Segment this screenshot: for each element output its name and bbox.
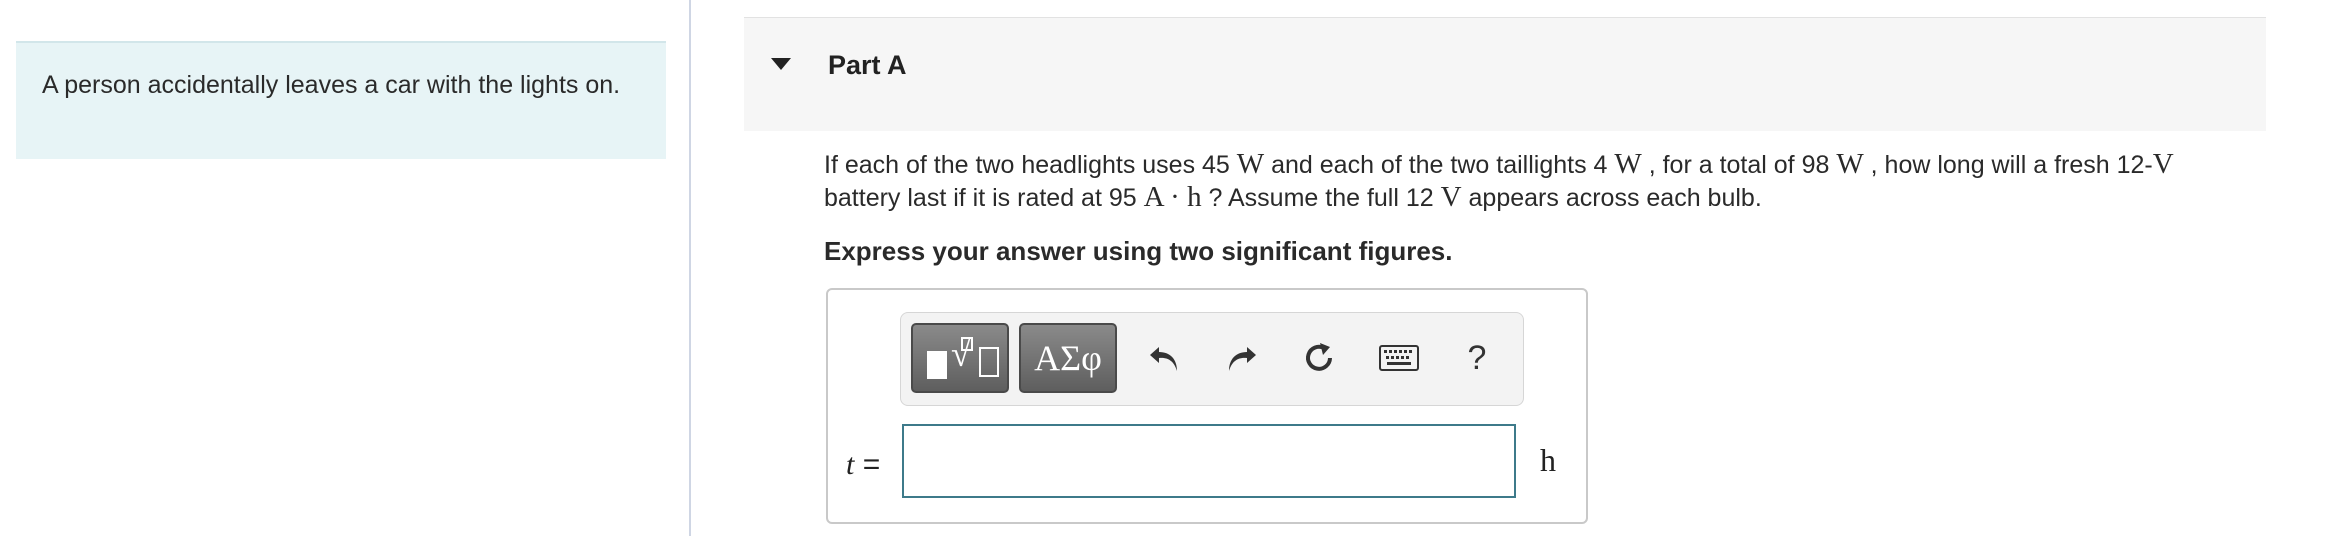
question-text: If each of the two headlights uses 45 W …: [824, 148, 2264, 214]
variable-symbol: t: [846, 448, 855, 481]
answer-input[interactable]: [902, 424, 1516, 498]
question-segment: and each of the two taillights 4: [1264, 151, 1615, 179]
box-icon: [979, 347, 999, 377]
reset-button[interactable]: [1291, 329, 1347, 387]
question-segment: , for a total of 98: [1641, 151, 1837, 179]
unit-watt: W: [1236, 148, 1265, 180]
question-segment: ? Assume the full 12: [1201, 184, 1441, 212]
greek-symbols-button[interactable]: ΑΣφ: [1019, 323, 1117, 393]
unit-volt: V: [1440, 181, 1462, 213]
question-segment: appears across each bulb.: [1461, 184, 1762, 212]
part-title: Part A: [828, 50, 907, 80]
question-segment: battery last if it is rated at 95: [824, 184, 1144, 212]
help-button[interactable]: ?: [1449, 329, 1505, 387]
question-segment: If each of the two headlights uses 45: [824, 151, 1237, 179]
pane-divider[interactable]: [689, 0, 691, 536]
templates-button[interactable]: √: [911, 323, 1009, 393]
undo-icon: [1150, 347, 1177, 371]
redo-button[interactable]: [1213, 329, 1269, 387]
unit-watt: W: [1614, 148, 1642, 180]
part-header[interactable]: Part A: [744, 17, 2266, 131]
undo-button[interactable]: [1137, 329, 1193, 387]
templates-icon: [927, 351, 947, 379]
keyboard-button[interactable]: [1371, 329, 1427, 387]
intro-text: A person accidentally leaves a car with …: [42, 71, 621, 99]
help-icon: ?: [1467, 338, 1487, 377]
answer-instruction: Express your answer using two significan…: [824, 236, 1453, 266]
question-segment: , how long will a fresh 12-: [1863, 151, 2153, 179]
unit-volt: V: [2152, 148, 2174, 180]
math-toolbar: √ ΑΣφ ?: [900, 312, 1524, 406]
reset-icon: [1306, 343, 1332, 371]
intro-box: A person accidentally leaves a car with …: [16, 41, 666, 159]
answer-box: √ ΑΣφ ? t = h: [826, 288, 1588, 524]
left-pane: A person accidentally leaves a car with …: [0, 0, 690, 536]
redo-icon: [1229, 347, 1256, 371]
unit-amp-hour: A · h: [1143, 181, 1202, 213]
collapse-caret-icon[interactable]: [771, 58, 791, 70]
unit-watt: W: [1836, 148, 1864, 180]
equals-sign: =: [862, 448, 881, 481]
small-box-icon: [961, 337, 973, 351]
unit-label: h: [1540, 442, 1556, 478]
keyboard-icon: [1379, 345, 1419, 371]
variable-label: t =: [846, 448, 880, 482]
